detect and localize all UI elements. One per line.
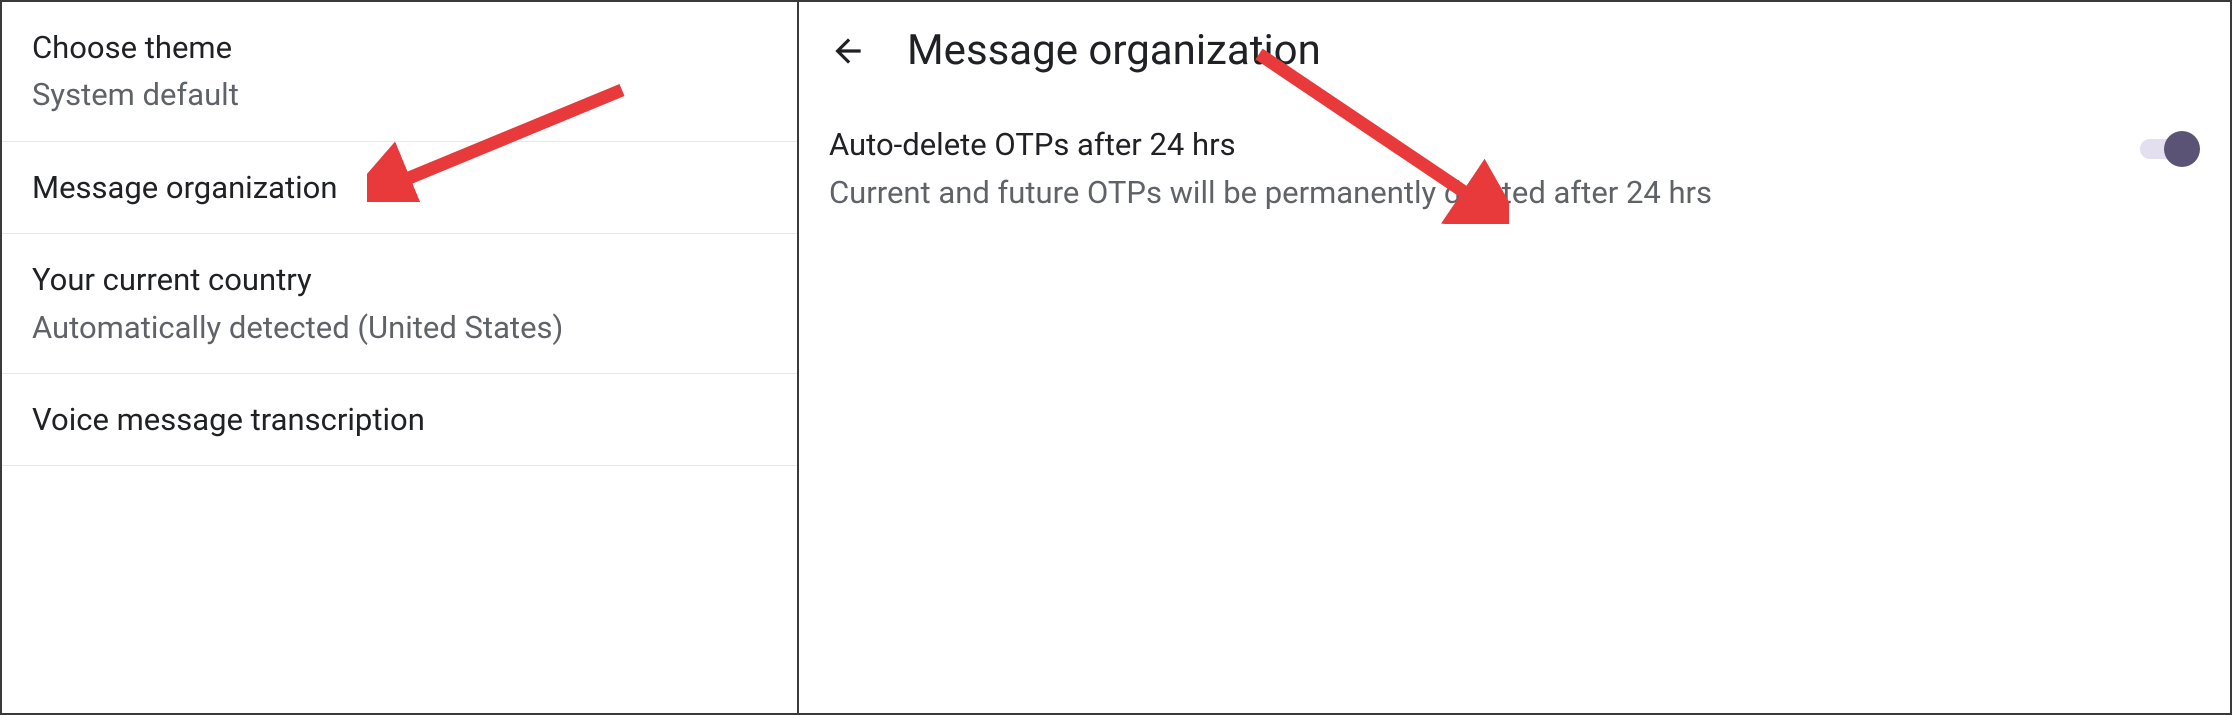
settings-item-voice-transcription[interactable]: Voice message transcription	[2, 374, 797, 466]
settings-item-title: Your current country	[32, 258, 767, 301]
toggle-thumb	[2164, 131, 2200, 167]
panel-header: Message organization	[799, 2, 2230, 103]
settings-item-country[interactable]: Your current country Automatically detec…	[2, 234, 797, 374]
settings-item-title: Voice message transcription	[32, 398, 767, 441]
back-button[interactable]	[829, 32, 867, 70]
settings-item-subtitle: Automatically detected (United States)	[32, 306, 767, 349]
option-subtitle: Current and future OTPs will be permanen…	[829, 170, 2100, 217]
settings-item-subtitle: System default	[32, 73, 767, 116]
settings-item-message-organization[interactable]: Message organization	[2, 142, 797, 234]
arrow-back-icon	[829, 32, 867, 70]
settings-item-title: Choose theme	[32, 26, 767, 69]
option-auto-delete-otp[interactable]: Auto-delete OTPs after 24 hrs Current an…	[799, 103, 2230, 237]
option-text-block: Auto-delete OTPs after 24 hrs Current an…	[829, 123, 2140, 217]
settings-list-panel: Choose theme System default Message orga…	[2, 2, 799, 713]
auto-delete-toggle[interactable]	[2140, 131, 2200, 167]
option-title: Auto-delete OTPs after 24 hrs	[829, 123, 2100, 166]
message-organization-panel: Message organization Auto-delete OTPs af…	[799, 2, 2230, 713]
settings-item-theme[interactable]: Choose theme System default	[2, 2, 797, 142]
settings-item-title: Message organization	[32, 166, 767, 209]
page-title: Message organization	[907, 26, 1321, 75]
